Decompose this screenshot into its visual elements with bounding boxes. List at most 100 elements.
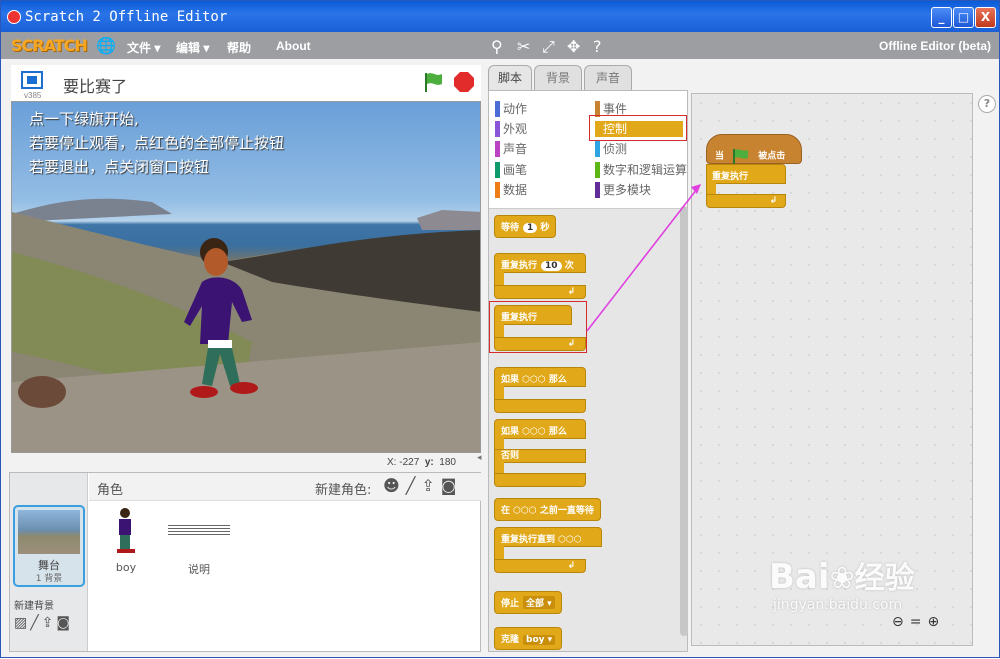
shrink-tool-icon[interactable]: ✥: [567, 37, 580, 56]
sprites-header: 角色: [97, 483, 124, 498]
stage-thumbnail-area: 舞台 1 背景 新建背景 ▨╱⇪◙: [10, 473, 88, 651]
if-else-label: 如果 ⬡⬡⬡ 那么: [494, 419, 586, 439]
category-more[interactable]: 更多模块: [595, 182, 651, 198]
paint-sprite-icon[interactable]: ╱: [406, 476, 422, 495]
grow-tool-icon[interactable]: ⤢: [542, 37, 555, 57]
tab-backdrops[interactable]: 背景: [534, 65, 582, 91]
title-bar: Scratch 2 Offline Editor _ □ X: [1, 1, 999, 32]
category-sensing[interactable]: 侦测: [595, 141, 627, 157]
project-title[interactable]: 要比赛了: [63, 73, 127, 97]
sprite-tile-note[interactable]: 说明: [166, 507, 232, 576]
block-repeat-until[interactable]: 重复执行直到 ⬡⬡⬡ ↲: [494, 527, 602, 573]
category-control[interactable]: 控制: [595, 121, 683, 137]
mouse-coordinates: X: -227 y: 180: [387, 457, 456, 468]
new-backdrop-label: 新建背景: [14, 601, 54, 612]
paint-backdrop-icon[interactable]: ▨: [14, 615, 30, 631]
version-label: v385: [24, 91, 42, 100]
if-label: 如果 ⬡⬡⬡ 那么: [494, 367, 586, 387]
script-flag-icon: [733, 149, 749, 164]
category-data[interactable]: 数据: [495, 182, 527, 198]
scratch-logo[interactable]: SCRATCH: [11, 36, 88, 55]
stage-text-line-3: 若要退出，点关闭窗口按钮: [29, 158, 210, 176]
window-title: Scratch 2 Offline Editor: [25, 9, 228, 25]
paw-icon: ❀: [829, 561, 855, 596]
stop-dropdown[interactable]: 全部 ▾: [523, 596, 555, 609]
close-button[interactable]: X: [975, 7, 996, 28]
repeat-until-label: 重复执行直到 ⬡⬡⬡: [494, 527, 602, 547]
maximize-button[interactable]: □: [953, 7, 974, 28]
collapse-arrow-icon[interactable]: ◂: [477, 453, 487, 467]
category-sound[interactable]: 声音: [495, 141, 527, 157]
stop-icon[interactable]: [453, 71, 475, 93]
menu-edit[interactable]: 编辑 ▾: [176, 39, 209, 56]
minimize-button[interactable]: _: [931, 7, 952, 28]
stage-text-line-2: 若要停止观看，点红色的全部停止按钮: [29, 134, 285, 152]
duplicate-tool-icon[interactable]: ⚲: [491, 37, 503, 56]
zoom-in-icon[interactable]: ⊕: [927, 614, 945, 630]
repeat-arm: [494, 272, 504, 286]
stage-thumbnail-image: [18, 510, 80, 554]
forever-loop-arrow: ↲: [494, 337, 586, 351]
globe-icon[interactable]: 🌐: [96, 36, 116, 56]
camera-sprite-icon[interactable]: ◙: [441, 476, 463, 495]
cut-tool-icon[interactable]: ✂: [517, 37, 530, 56]
menu-bar: SCRATCH 🌐 文件 ▾ 编辑 ▾ 帮助 About ⚲ ✂ ⤢ ✥ ? O…: [1, 32, 999, 59]
block-if[interactable]: 如果 ⬡⬡⬡ 那么: [494, 367, 586, 413]
block-stop[interactable]: 停止 全部 ▾: [494, 591, 562, 614]
script-forever-block[interactable]: 重复执行: [706, 164, 786, 184]
repeat-loop-arrow: ↲: [494, 285, 586, 299]
block-wait-until[interactable]: 在 ⬡⬡⬡ 之前一直等待: [494, 498, 601, 521]
zoom-controls: ⊖=⊕: [892, 614, 945, 630]
tab-sounds[interactable]: 声音: [584, 65, 632, 91]
sprite-tile-boy[interactable]: boy: [106, 507, 146, 574]
edition-label: Offline Editor (beta): [879, 39, 991, 53]
zoom-out-icon[interactable]: ⊖: [892, 614, 910, 630]
stage-thumbnail[interactable]: 舞台 1 背景: [13, 505, 85, 587]
sprite-name-boy: boy: [115, 561, 137, 574]
right-strip: ?: [974, 93, 999, 646]
new-backdrop-tools: ▨╱⇪◙: [14, 615, 73, 631]
else-label: 否则: [494, 449, 586, 463]
when-flag-clicked-block[interactable]: 当 被点击: [706, 134, 802, 164]
tips-help-icon[interactable]: ?: [978, 95, 996, 113]
watermark-brand: Bai: [769, 557, 830, 597]
block-palette: 动作 外观 声音 画笔 数据 事件 控制 侦测 数字和逻辑运算 更多模块 等待 1…: [488, 90, 688, 652]
draw-backdrop-icon[interactable]: ╱: [30, 615, 41, 631]
category-pen[interactable]: 画笔: [495, 162, 527, 178]
new-sprite-label: 新建角色:: [315, 483, 372, 498]
boy-sprite[interactable]: [182, 236, 282, 406]
stage[interactable]: 点一下绿旗开始, 若要停止观看，点红色的全部停止按钮 若要退出，点关闭窗口按钮: [11, 101, 481, 453]
category-motion[interactable]: 动作: [495, 101, 527, 117]
menu-help[interactable]: 帮助: [227, 39, 251, 56]
menu-about[interactable]: About: [276, 39, 311, 53]
block-repeat[interactable]: 重复执行 10 次 ↲: [494, 253, 586, 299]
forever-arm: [494, 324, 504, 338]
watermark-brand-2: 经验: [854, 561, 915, 596]
block-if-else[interactable]: 如果 ⬡⬡⬡ 那么 否则: [494, 419, 586, 489]
upload-backdrop-icon[interactable]: ⇪: [42, 615, 57, 631]
category-operators[interactable]: 数字和逻辑运算: [595, 162, 687, 178]
camera-backdrop-icon[interactable]: ◙: [56, 615, 73, 631]
block-clone[interactable]: 克隆 boy ▾: [494, 627, 563, 650]
category-looks[interactable]: 外观: [495, 121, 527, 137]
sprite-name-note: 说明: [188, 563, 210, 576]
help-tool-icon[interactable]: ?: [593, 37, 602, 56]
library-sprite-icon[interactable]: ☻: [383, 476, 406, 495]
green-flag-icon[interactable]: [421, 70, 445, 94]
palette-scrollbar[interactable]: [680, 206, 688, 636]
note-thumbnail: [168, 523, 230, 537]
app-icon: [7, 10, 21, 24]
upload-sprite-icon[interactable]: ⇪: [421, 476, 440, 495]
zoom-reset-icon[interactable]: =: [910, 614, 928, 630]
forever-label: 重复执行: [494, 305, 572, 325]
if-arm: [494, 386, 504, 400]
repeat-until-arm: [494, 546, 504, 560]
block-forever[interactable]: 重复执行 ↲: [494, 305, 586, 351]
fullscreen-icon[interactable]: [21, 71, 43, 89]
block-wait[interactable]: 等待 1 秒: [494, 215, 557, 238]
category-list: 动作 外观 声音 画笔 数据 事件 控制 侦测 数字和逻辑运算 更多模块: [489, 91, 687, 209]
watermark: Bai❀经验 jingyan.baidu.com: [769, 553, 915, 613]
tab-scripts[interactable]: 脚本: [488, 65, 532, 91]
clone-dropdown[interactable]: boy ▾: [523, 635, 556, 645]
menu-file[interactable]: 文件 ▾: [127, 39, 160, 56]
